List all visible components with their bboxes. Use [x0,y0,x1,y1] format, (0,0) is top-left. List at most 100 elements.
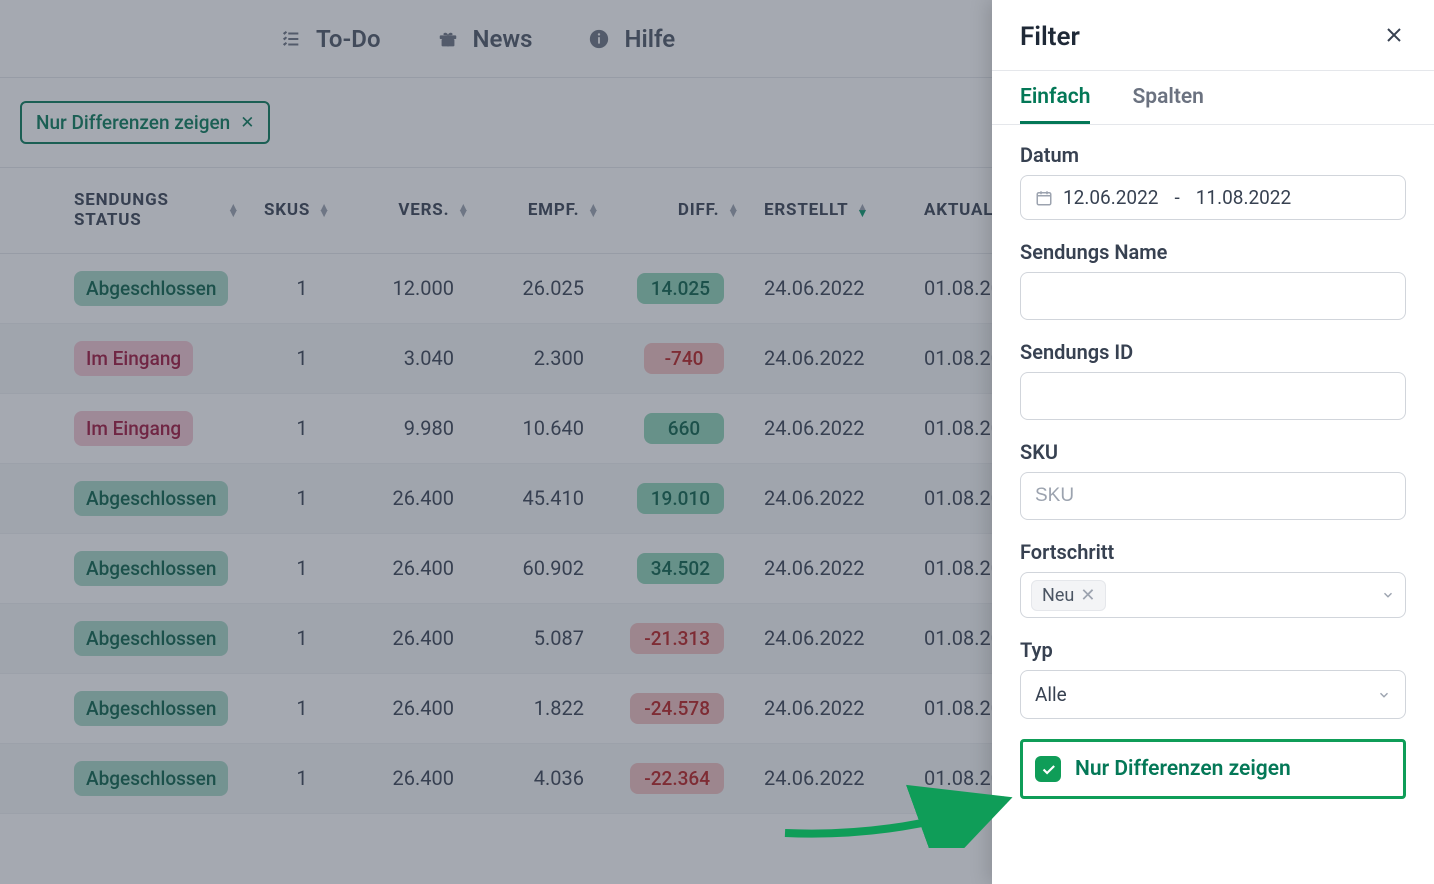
status-badge: Abgeschlossen [74,761,228,796]
shipment-id-input[interactable] [1020,372,1406,420]
cell-diff: -740 [612,323,752,393]
nav-todo[interactable]: To-Do [280,25,381,53]
checkbox-label: Nur Differenzen zeigen [1075,757,1291,781]
chip-remove-icon[interactable]: ✕ [240,113,254,133]
cell-vers: 26.400 [352,743,482,813]
cell-empf: 45.410 [482,463,612,533]
type-label: Typ [1020,638,1406,662]
cell-vers: 26.400 [352,533,482,603]
sort-icon: ▲▼ [457,204,470,216]
field-sku: SKU [1020,440,1406,520]
cell-empf: 26.025 [482,253,612,323]
cell-vers: 26.400 [352,673,482,743]
cell-erstellt: 24.06.2022 [752,253,912,323]
date-from: 12.06.2022 [1063,186,1158,209]
cell-erstellt: 24.06.2022 [752,673,912,743]
tag-remove-icon[interactable]: ✕ [1080,585,1095,606]
date-label: Datum [1020,143,1406,167]
shipment-name-input[interactable] [1020,272,1406,320]
info-icon [588,28,610,50]
cell-empf: 1.822 [482,673,612,743]
sku-label: SKU [1020,440,1406,464]
col-erstellt[interactable]: ERSTELLT▲▼ [752,168,912,253]
nav-help[interactable]: Hilfe [588,25,675,53]
tab-simple[interactable]: Einfach [1020,71,1090,124]
cell-vers: 12.000 [352,253,482,323]
col-status[interactable]: SENDUNGS STATUS▲▼ [62,168,252,253]
sort-icon: ▲▼ [856,204,869,216]
close-button[interactable] [1382,23,1406,51]
gift-icon [437,28,459,50]
col-skus[interactable]: SKUS▲▼ [252,168,352,253]
cell-diff: -24.578 [612,673,752,743]
checkbox-checked[interactable] [1035,756,1061,782]
status-badge: Abgeschlossen [74,621,228,656]
cell-diff: 14.025 [612,253,752,323]
only-differences-checkbox-row[interactable]: Nur Differenzen zeigen [1020,739,1406,799]
cell-empf: 5.087 [482,603,612,673]
cell-skus: 1 [252,603,352,673]
check-icon [1040,761,1057,778]
type-select[interactable]: Alle [1020,670,1406,719]
sku-input[interactable] [1020,472,1406,520]
panel-tabs: Einfach Spalten [992,71,1434,125]
sort-icon: ▲▼ [727,204,740,216]
type-value: Alle [1035,683,1067,706]
sort-icon: ▲▼ [227,204,240,216]
cell-vers: 9.980 [352,393,482,463]
cell-skus: 1 [252,323,352,393]
cell-erstellt: 24.06.2022 [752,743,912,813]
chevron-down-icon [1381,588,1395,602]
panel-title: Filter [1020,22,1080,52]
cell-diff: 34.502 [612,533,752,603]
nav-news-label: News [473,25,533,53]
cell-empf: 60.902 [482,533,612,603]
chevron-down-icon [1377,688,1391,702]
cell-erstellt: 24.06.2022 [752,323,912,393]
field-date: Datum 12.06.2022 - 11.08.2022 [1020,143,1406,220]
cell-skus: 1 [252,533,352,603]
shipment-id-label: Sendungs ID [1020,340,1406,364]
field-type: Typ Alle [1020,638,1406,719]
cell-empf: 2.300 [482,323,612,393]
status-badge: Abgeschlossen [74,271,228,306]
status-badge: Abgeschlossen [74,551,228,586]
cell-diff: -22.364 [612,743,752,813]
field-shipment-name: Sendungs Name [1020,240,1406,320]
progress-tag[interactable]: Neu ✕ [1031,580,1106,611]
status-badge: Abgeschlossen [74,481,228,516]
progress-select[interactable]: Neu ✕ [1020,572,1406,618]
list-icon [280,28,302,50]
cell-erstellt: 24.06.2022 [752,533,912,603]
cell-skus: 1 [252,673,352,743]
progress-label: Fortschritt [1020,540,1406,564]
cell-vers: 3.040 [352,323,482,393]
panel-body: Datum 12.06.2022 - 11.08.2022 Sendungs N… [992,125,1434,827]
field-progress: Fortschritt Neu ✕ [1020,540,1406,618]
cell-skus: 1 [252,743,352,813]
sort-icon: ▲▼ [318,204,331,216]
nav-news[interactable]: News [437,25,533,53]
cell-empf: 10.640 [482,393,612,463]
col-empf[interactable]: EMPF.▲▼ [482,168,612,253]
field-shipment-id: Sendungs ID [1020,340,1406,420]
col-diff[interactable]: DIFF.▲▼ [612,168,752,253]
close-icon [1382,23,1406,47]
col-vers[interactable]: VERS.▲▼ [352,168,482,253]
calendar-icon [1035,189,1053,207]
cell-erstellt: 24.06.2022 [752,603,912,673]
cell-empf: 4.036 [482,743,612,813]
cell-erstellt: 24.06.2022 [752,463,912,533]
nav-help-label: Hilfe [624,25,675,53]
filter-panel: Filter Einfach Spalten Datum 12.06.2022 … [992,0,1434,884]
cell-diff: 19.010 [612,463,752,533]
active-filter-chip[interactable]: Nur Differenzen zeigen ✕ [20,101,270,144]
cell-diff: 660 [612,393,752,463]
cell-vers: 26.400 [352,603,482,673]
cell-vers: 26.400 [352,463,482,533]
cell-skus: 1 [252,463,352,533]
date-range-input[interactable]: 12.06.2022 - 11.08.2022 [1020,175,1406,220]
shipment-name-label: Sendungs Name [1020,240,1406,264]
chip-label: Nur Differenzen zeigen [36,111,230,134]
tab-columns[interactable]: Spalten [1132,71,1203,124]
